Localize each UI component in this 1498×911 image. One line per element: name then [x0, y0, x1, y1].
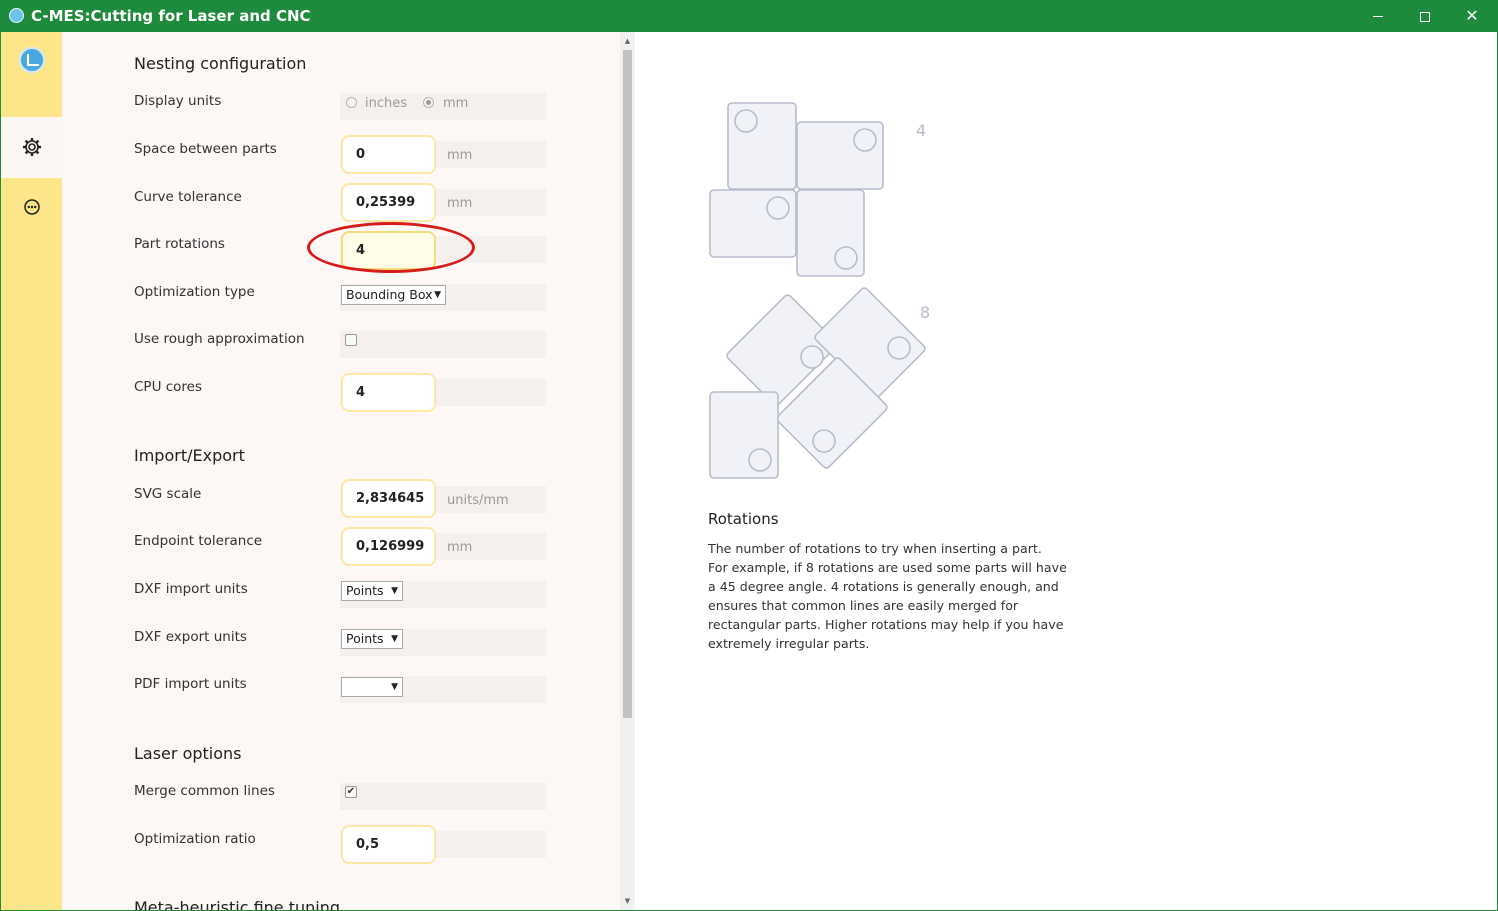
- radio-mm[interactable]: [423, 97, 434, 108]
- help-line: For example, if 8 rotations are used som…: [708, 560, 1067, 575]
- radio-mm-label: mm: [443, 96, 469, 111]
- maximize-button[interactable]: [1402, 0, 1448, 32]
- help-line: rectangular parts. Higher rotations may …: [708, 617, 1064, 632]
- sidebar-item-settings[interactable]: [1, 117, 62, 178]
- help-line: a 45 degree angle. 4 rotations is genera…: [708, 579, 1059, 594]
- settings-panel: Nesting configuration Display units inch…: [62, 32, 620, 910]
- svg-scale-input[interactable]: 2,834645: [341, 479, 436, 518]
- close-button[interactable]: ✕: [1449, 0, 1495, 32]
- help-title: Rotations: [708, 510, 779, 528]
- dxf-export-units-value: Points: [346, 631, 384, 646]
- dxf-export-units-select[interactable]: Points ▼: [341, 629, 403, 649]
- app-logo-icon: [19, 47, 45, 73]
- merge-common-lines-label: Merge common lines: [134, 783, 275, 799]
- optimization-type-value: Bounding Box: [346, 287, 433, 302]
- info-icon: [24, 199, 40, 215]
- part-hole: [887, 336, 911, 360]
- settings-scrollbar[interactable]: ▲ ▼: [620, 32, 635, 910]
- import-export-heading: Import/Export: [134, 446, 245, 465]
- optimization-ratio-input[interactable]: 0,5: [341, 825, 436, 864]
- rough-approximation-checkbox[interactable]: [345, 334, 357, 346]
- diagram-label-8: 8: [920, 303, 930, 322]
- window-title: C-MES:Cutting for Laser and CNC: [31, 7, 311, 25]
- annotation-ellipse: [307, 222, 475, 273]
- pdf-import-units-select[interactable]: ▼: [341, 677, 403, 697]
- dxf-export-units-label: DXF export units: [134, 629, 247, 645]
- space-between-parts-label: Space between parts: [134, 141, 277, 157]
- diagram-label-4: 4: [916, 121, 926, 140]
- pdf-import-units-label: PDF import units: [134, 676, 247, 692]
- space-between-parts-input[interactable]: 0: [341, 135, 436, 174]
- rotations-diagram: 4 8: [709, 102, 930, 479]
- cpu-cores-label: CPU cores: [134, 379, 203, 395]
- close-icon: ✕: [1465, 6, 1479, 25]
- laser-options-heading: Laser options: [134, 744, 242, 763]
- endpoint-tolerance-input[interactable]: 0,126999: [341, 527, 436, 566]
- part-hole: [734, 109, 758, 133]
- sidebar-item-home[interactable]: [1, 32, 62, 88]
- meta-heuristic-heading: Meta-heuristic fine tuning: [134, 898, 341, 910]
- scroll-down-icon[interactable]: ▼: [623, 896, 632, 906]
- optimization-ratio-label: Optimization ratio: [134, 831, 256, 847]
- dxf-import-units-label: DXF import units: [134, 581, 248, 597]
- help-line: The number of rotations to try when inse…: [708, 541, 1042, 556]
- part-hole: [812, 429, 836, 453]
- chevron-down-icon: ▼: [391, 634, 398, 644]
- part-hole: [834, 246, 858, 270]
- svg-scale-label: SVG scale: [134, 486, 202, 502]
- chevron-down-icon: ▼: [391, 682, 398, 692]
- help-line: ensures that common lines are easily mer…: [708, 598, 1019, 613]
- sidebar: [1, 32, 62, 910]
- chevron-down-icon: ▼: [434, 290, 441, 300]
- sidebar-item-info[interactable]: [1, 178, 62, 234]
- part-rotations-label: Part rotations: [134, 236, 225, 252]
- chevron-down-icon: ▼: [391, 586, 398, 596]
- scrollbar-thumb[interactable]: [623, 50, 632, 718]
- help-line: extremely irregular parts.: [708, 636, 870, 651]
- minimize-button[interactable]: [1355, 0, 1401, 32]
- curve-tolerance-unit: mm: [447, 196, 473, 211]
- curve-tolerance-label: Curve tolerance: [134, 189, 242, 205]
- curve-tolerance-input[interactable]: 0,25399: [341, 183, 436, 222]
- endpoint-tolerance-unit: mm: [447, 540, 473, 555]
- app-icon: [9, 8, 24, 23]
- rough-approximation-label: Use rough approximation: [134, 331, 305, 347]
- part-hole: [853, 128, 877, 152]
- maximize-icon: [1420, 11, 1430, 22]
- radio-inches-label: inches: [365, 96, 408, 111]
- dxf-import-units-value: Points: [346, 583, 384, 598]
- nesting-configuration-heading: Nesting configuration: [134, 54, 307, 73]
- space-between-parts-unit: mm: [447, 148, 473, 163]
- rough-approximation-row: [340, 331, 546, 358]
- merge-common-lines-checkbox[interactable]: ✔: [345, 786, 357, 798]
- gear-icon: [23, 138, 41, 156]
- scroll-up-icon[interactable]: ▲: [623, 36, 632, 46]
- display-units-label: Display units: [134, 93, 222, 109]
- part-hole: [748, 448, 772, 472]
- merge-common-lines-row: [340, 783, 546, 810]
- dxf-import-units-select[interactable]: Points ▼: [341, 581, 403, 601]
- part-hole: [766, 196, 790, 220]
- radio-inches[interactable]: [346, 97, 357, 108]
- minimize-icon: [1373, 16, 1383, 17]
- optimization-type-select[interactable]: Bounding Box ▼: [341, 285, 446, 305]
- endpoint-tolerance-label: Endpoint tolerance: [134, 533, 263, 549]
- optimization-type-label: Optimization type: [134, 284, 255, 300]
- svg-scale-unit: units/mm: [447, 493, 509, 508]
- help-description: The number of rotations to try when inse…: [708, 539, 1068, 653]
- cpu-cores-input[interactable]: 4: [341, 373, 436, 412]
- title-bar: C-MES:Cutting for Laser and CNC ✕: [0, 0, 1498, 32]
- part-hole: [800, 345, 824, 369]
